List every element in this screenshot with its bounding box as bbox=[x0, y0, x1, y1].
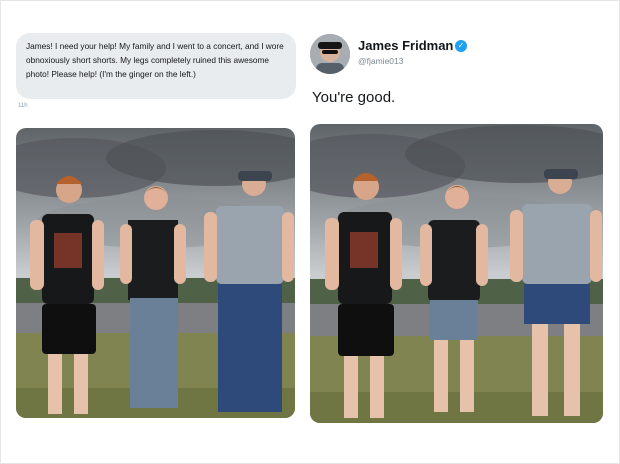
profile-name[interactable]: James Fridman bbox=[358, 38, 453, 53]
request-timestamp: 11h bbox=[18, 103, 28, 109]
original-photo[interactable] bbox=[16, 128, 295, 418]
reply-text: You're good. bbox=[312, 89, 396, 106]
edited-photo[interactable] bbox=[310, 124, 603, 423]
verified-badge-icon: ✓ bbox=[455, 40, 467, 52]
request-message-text: James! I need your help! My family and I… bbox=[26, 41, 284, 79]
profile-handle[interactable]: @fjamie013 bbox=[358, 56, 403, 66]
request-message-bubble: James! I need your help! My family and I… bbox=[16, 33, 296, 99]
profile-avatar[interactable] bbox=[310, 34, 350, 74]
